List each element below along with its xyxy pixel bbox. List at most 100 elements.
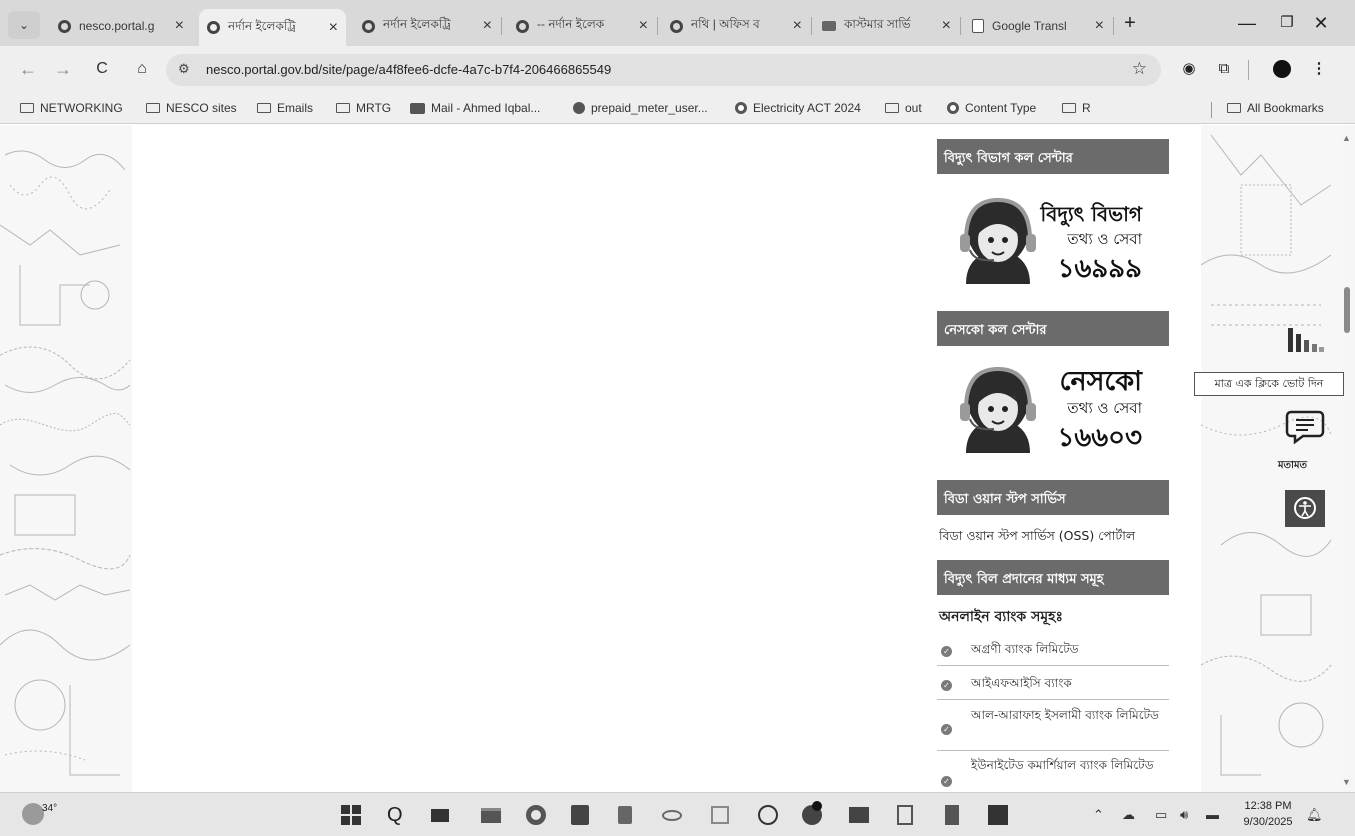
folder-icon	[20, 103, 34, 113]
bookmark-mrtg[interactable]: MRTG	[336, 101, 391, 115]
url-text[interactable]: nesco.portal.gov.bd/site/page/a4f8fee6-d…	[206, 62, 611, 77]
new-tab-button[interactable]: +	[1115, 10, 1145, 36]
nesco-call-center-card[interactable]: নেসকো তথ্য ও সেবা ১৬৬০৩	[958, 357, 1148, 457]
tab-separator	[960, 17, 961, 35]
close-tab-icon[interactable]: ×	[639, 17, 648, 35]
show-hidden-icons-icon[interactable]: ⌃	[1093, 807, 1104, 823]
bookmark-label: Mail - Ahmed Iqbal...	[431, 101, 541, 115]
site-info-icon[interactable]: ⚙	[178, 61, 190, 77]
tab-6[interactable]: Google Transl ×	[964, 9, 1112, 43]
bank-name: অগ্রণী ব্যাংক লিমিটেড	[971, 642, 1079, 656]
windows-taskbar: 34° Q ⌃ ☁ ▭ 🔊︎ ▬ 12:38 PM 9/30/2025 🔔︎	[0, 792, 1355, 836]
bank-list-item[interactable]: ✓ আল-আরাফাহ ইসলামী ব্যাংক লিমিটেড	[937, 700, 1169, 751]
bookmark-label: Emails	[277, 101, 314, 115]
bookmark-electricity-act[interactable]: Electricity ACT 2024	[735, 101, 861, 115]
poll-chart-icon[interactable]	[1286, 326, 1326, 354]
scroll-up-arrow-icon[interactable]: ▲	[1342, 133, 1351, 143]
bookmark-prepaid-meter[interactable]: prepaid_meter_user...	[573, 101, 708, 115]
restore-button[interactable]: ❐	[1272, 10, 1302, 36]
scroll-down-arrow-icon[interactable]: ▼	[1342, 777, 1351, 787]
profile-avatar-icon[interactable]	[1271, 58, 1293, 80]
bank-list-item[interactable]: ✓ ইউনাইটেড কমার্শিয়াল ব্যাংক লিমিটেড	[937, 751, 1169, 792]
tab-search-button[interactable]: ⌄	[8, 11, 40, 39]
feedback-chat-icon[interactable]	[1285, 408, 1325, 444]
close-tab-icon[interactable]: ×	[1095, 17, 1104, 35]
close-tab-icon[interactable]: ×	[329, 19, 338, 37]
eye-app-icon[interactable]	[660, 803, 684, 827]
tab-0[interactable]: nesco.portal.g ×	[50, 9, 192, 43]
onedrive-icon[interactable]: ☁	[1122, 807, 1135, 823]
tab-1-active[interactable]: নর্দান ইলেকট্রি ×	[199, 9, 346, 46]
extensions-puzzle-icon[interactable]: ⧉	[1213, 58, 1235, 80]
bookmark-out[interactable]: out	[885, 101, 922, 115]
folder-icon	[336, 103, 350, 113]
tab-3[interactable]: -- নর্দান ইলেক ×	[508, 9, 656, 43]
network-tray-icon[interactable]: ▭	[1155, 807, 1167, 823]
notifications-icon[interactable]: 🔔︎	[1306, 807, 1323, 823]
close-tab-icon[interactable]: ×	[175, 17, 184, 35]
tab-separator	[657, 17, 658, 35]
back-button[interactable]: ←	[17, 58, 39, 80]
accessibility-button[interactable]	[1285, 490, 1325, 527]
site-favicon-icon	[516, 19, 529, 33]
tab-5[interactable]: কাস্টমার সার্ভি ×	[814, 9, 959, 43]
remote-desktop-icon[interactable]	[986, 803, 1010, 827]
extension-icon[interactable]: ◉	[1178, 58, 1200, 80]
volume-icon[interactable]: 🔊︎	[1180, 807, 1188, 823]
bill-payment-heading: বিদ্যুৎ বিল প্রদানের মাধ্যম সমূহ	[937, 560, 1169, 595]
menu-kebab-icon[interactable]: ⋮	[1308, 58, 1330, 80]
bookmark-star-icon[interactable]: ☆	[1132, 59, 1147, 79]
page-scrollbar[interactable]: ▲ ▼	[1339, 125, 1355, 792]
vote-tooltip: মাত্র এক ক্লিকে ভোট দিন	[1194, 372, 1344, 396]
reload-button[interactable]: C	[91, 58, 113, 80]
toolbar-divider	[1248, 60, 1249, 80]
bookmark-r[interactable]: R	[1062, 101, 1091, 115]
power-division-call-center-card[interactable]: বিদ্যুৎ বিভাগ তথ্য ও সেবা ১৬৯৯৯	[958, 188, 1148, 288]
forward-button[interactable]: →	[52, 58, 74, 80]
bookmark-mail[interactable]: Mail - Ahmed Iqbal...	[410, 101, 540, 115]
bookmark-nesco-sites[interactable]: NESCO sites	[146, 101, 237, 115]
call-center-agent-icon	[960, 366, 1036, 453]
search-icon[interactable]: Q	[387, 803, 411, 827]
bookmark-networking[interactable]: NETWORKING	[20, 101, 123, 115]
feedback-label[interactable]: মতামত	[1278, 458, 1307, 475]
close-tab-icon[interactable]: ×	[793, 17, 802, 35]
task-view-icon[interactable]	[428, 803, 452, 827]
system-clock[interactable]: 12:38 PM 9/30/2025	[1238, 798, 1298, 830]
file-explorer-icon[interactable]	[479, 803, 503, 827]
battery-icon[interactable]: ▬	[1206, 807, 1219, 822]
address-bar[interactable]: ⚙ nesco.portal.gov.bd/site/page/a4f8fee6…	[166, 54, 1161, 86]
bida-oss-portal-link[interactable]: বিডা ওয়ান স্টপ সার্ভিস (OSS) পোর্টাল	[939, 528, 1135, 548]
bank-list-item[interactable]: ✓ অগ্রণী ব্যাংক লিমিটেড	[937, 632, 1169, 666]
translate-favicon-icon	[972, 19, 984, 33]
tab-title: -- নর্দান ইলেক	[537, 17, 605, 31]
network-app-icon[interactable]	[614, 803, 638, 827]
clock-date: 9/30/2025	[1243, 816, 1293, 828]
tab-4[interactable]: নথি | অফিস ব ×	[662, 9, 810, 43]
bank-list-item[interactable]: ✓ আইএফআইসি ব্যাংক	[937, 666, 1169, 700]
close-window-button[interactable]: ✕	[1306, 10, 1336, 36]
close-tab-icon[interactable]: ×	[483, 17, 492, 35]
home-button[interactable]: ⌂	[131, 58, 153, 80]
start-menu-icon[interactable]	[339, 803, 363, 827]
notepad-icon[interactable]	[940, 803, 964, 827]
decorative-sketch-right	[1201, 125, 1339, 792]
scrollbar-thumb[interactable]	[1344, 287, 1350, 333]
bookmark-content-type[interactable]: Content Type	[947, 101, 1036, 115]
chrome-icon[interactable]	[524, 803, 548, 827]
tab-2[interactable]: নর্দান ইলেকট্রি ×	[354, 9, 500, 43]
calculator-app-icon[interactable]	[568, 803, 592, 827]
bookmark-label: All Bookmarks	[1247, 101, 1324, 115]
all-bookmarks-button[interactable]: All Bookmarks	[1227, 101, 1324, 115]
snipping-tool-icon[interactable]	[708, 803, 732, 827]
weather-widget[interactable]: 34°	[22, 803, 57, 825]
calculator-icon[interactable]	[893, 803, 917, 827]
whatsapp-icon[interactable]	[756, 803, 780, 827]
tab-separator	[1113, 17, 1114, 35]
bookmark-emails[interactable]: Emails	[257, 101, 313, 115]
minimize-button[interactable]: —	[1232, 10, 1262, 36]
close-tab-icon[interactable]: ×	[942, 17, 951, 35]
bookmark-label: NESCO sites	[166, 101, 237, 115]
outlook-icon[interactable]	[847, 803, 871, 827]
chrome-active-icon[interactable]	[800, 801, 824, 827]
